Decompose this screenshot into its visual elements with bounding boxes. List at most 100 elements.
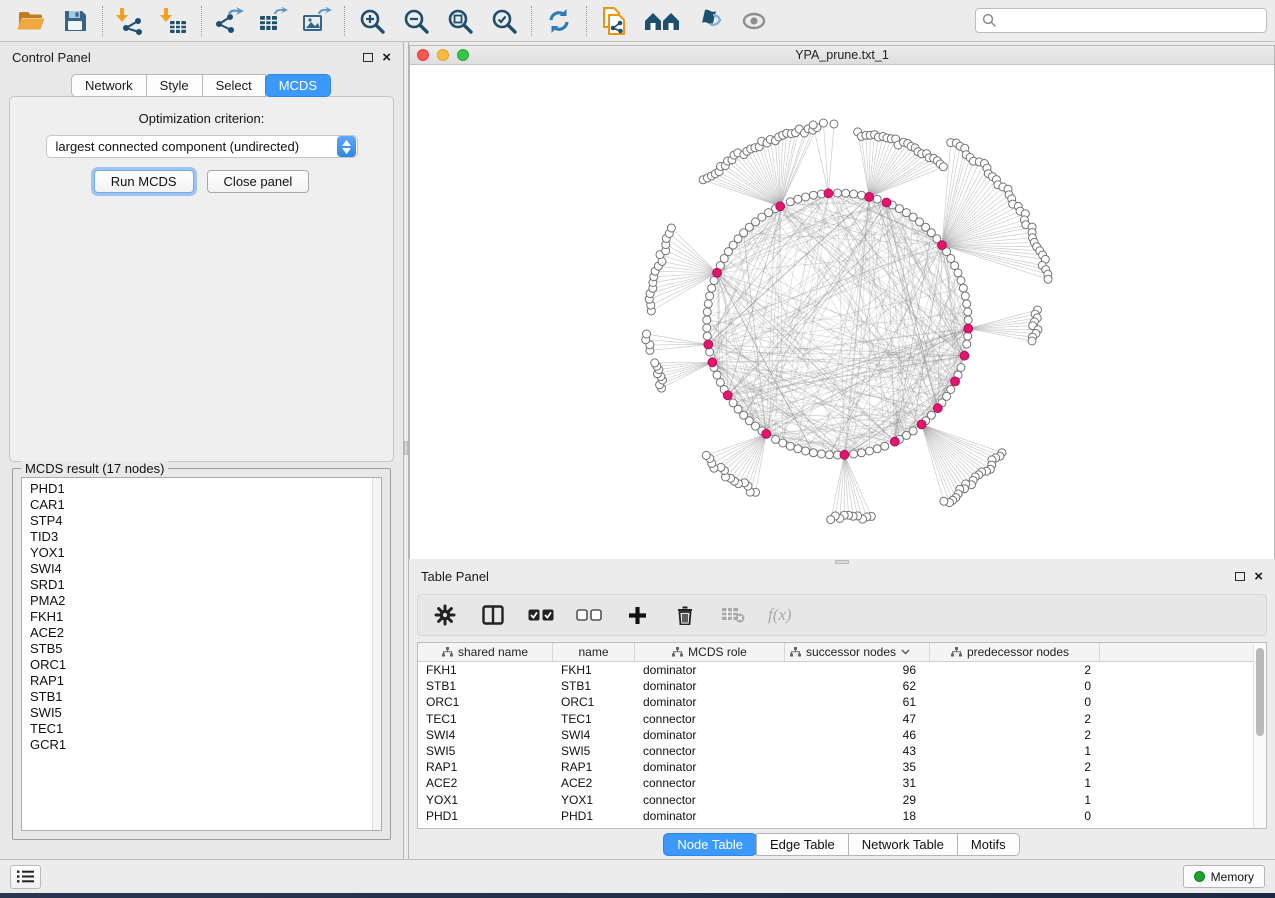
mcds-result-item[interactable]: STB1	[30, 689, 381, 705]
float-panel-icon[interactable]	[1235, 572, 1245, 581]
table-row[interactable]: ACE2ACE2connector311	[418, 775, 1253, 791]
zoom-selected-button[interactable]	[488, 5, 520, 37]
memory-button[interactable]: Memory	[1183, 865, 1265, 888]
graph-node[interactable]	[827, 516, 835, 524]
function-builder-button[interactable]: f(x)	[768, 602, 792, 628]
select-all-columns-button[interactable]	[528, 602, 554, 628]
table-row[interactable]: STB1STB1dominator620	[418, 678, 1253, 694]
graph-node[interactable]	[873, 195, 881, 203]
graph-hub-node[interactable]	[708, 358, 717, 367]
graph-node[interactable]	[819, 119, 827, 127]
graph-node[interactable]	[951, 262, 959, 270]
refresh-button[interactable]	[543, 5, 575, 37]
table-row[interactable]: RAP1RAP1dominator352	[418, 759, 1253, 775]
graph-node[interactable]	[706, 292, 714, 300]
open-file-button[interactable]	[15, 5, 47, 37]
column-header-predecessor-nodes[interactable]: predecessor nodes	[930, 643, 1100, 661]
unselect-all-columns-button[interactable]	[576, 602, 602, 628]
graph-node[interactable]	[786, 198, 794, 206]
graph-hub-node[interactable]	[933, 404, 942, 413]
graph-node[interactable]	[850, 190, 858, 198]
graph-node[interactable]	[786, 442, 794, 450]
vertical-splitter[interactable]	[403, 42, 409, 859]
graph-node[interactable]	[873, 445, 881, 453]
mcds-result-item[interactable]: SWI5	[30, 705, 381, 721]
graph-node[interactable]	[703, 308, 711, 316]
graph-node[interactable]	[809, 449, 817, 457]
search-box[interactable]	[975, 8, 1267, 33]
graph-node[interactable]	[865, 447, 873, 455]
graph-node[interactable]	[964, 308, 972, 316]
clone-network-button[interactable]	[598, 5, 630, 37]
add-column-button[interactable]	[624, 602, 650, 628]
mcds-result-item[interactable]: PHD1	[30, 481, 381, 497]
tab-network[interactable]: Network	[71, 74, 147, 97]
graph-node[interactable]	[957, 364, 965, 372]
delete-column-button[interactable]	[672, 602, 698, 628]
network-window-titlebar[interactable]: YPA_prune.txt_1	[410, 46, 1274, 65]
export-table-button[interactable]	[257, 5, 289, 37]
scrollbar-thumb[interactable]	[1256, 648, 1264, 736]
tab-edge-table[interactable]: Edge Table	[756, 833, 849, 856]
graph-node[interactable]	[651, 359, 659, 367]
column-header-name[interactable]: name	[553, 643, 635, 661]
graph-node[interactable]	[667, 224, 675, 232]
table-scrollbar[interactable]	[1253, 643, 1266, 828]
save-session-button[interactable]	[59, 5, 91, 37]
zoom-in-button[interactable]	[356, 5, 388, 37]
graph-node[interactable]	[939, 163, 947, 171]
graph-node[interactable]	[1044, 275, 1052, 283]
mcds-result-item[interactable]: ORC1	[30, 657, 381, 673]
table-row[interactable]: FKH1FKH1dominator962	[418, 662, 1253, 678]
criterion-select[interactable]: largest connected component (undirected)	[46, 135, 358, 158]
graph-node[interactable]	[963, 340, 971, 348]
graph-hub-node[interactable]	[951, 377, 960, 386]
tab-node-table[interactable]: Node Table	[663, 833, 757, 856]
graph-hub-node[interactable]	[917, 420, 926, 429]
import-network-button[interactable]	[114, 5, 146, 37]
graph-hub-node[interactable]	[960, 351, 969, 360]
close-panel-icon[interactable]: ×	[1254, 569, 1263, 584]
table-settings-button[interactable]	[432, 602, 458, 628]
graph-node[interactable]	[802, 193, 810, 201]
graph-node[interactable]	[881, 442, 889, 450]
graph-node[interactable]	[830, 120, 838, 128]
graph-node[interactable]	[963, 300, 971, 308]
hide-selected-button[interactable]	[694, 5, 726, 37]
float-panel-icon[interactable]	[363, 53, 373, 62]
mcds-result-item[interactable]: SRD1	[30, 577, 381, 593]
graph-hub-node[interactable]	[865, 193, 874, 202]
mcds-result-item[interactable]: TID3	[30, 529, 381, 545]
zoom-out-button[interactable]	[400, 5, 432, 37]
mcds-result-item[interactable]: GCR1	[30, 737, 381, 753]
zoom-fit-button[interactable]	[444, 5, 476, 37]
network-canvas[interactable]	[410, 65, 1274, 559]
mcds-result-item[interactable]: RAP1	[30, 673, 381, 689]
graph-node[interactable]	[850, 450, 858, 458]
table-row[interactable]: ORC1ORC1dominator610	[418, 694, 1253, 710]
mcds-result-item[interactable]: SWI4	[30, 561, 381, 577]
graph-node[interactable]	[858, 449, 866, 457]
export-network-button[interactable]	[213, 5, 245, 37]
graph-node[interactable]	[834, 189, 842, 197]
tab-mcds[interactable]: MCDS	[265, 74, 331, 97]
import-table-button[interactable]	[158, 5, 190, 37]
graph-hub-node[interactable]	[882, 198, 891, 207]
graph-node[interactable]	[858, 191, 866, 199]
graph-node[interactable]	[716, 378, 724, 386]
graph-hub-node[interactable]	[840, 450, 849, 459]
close-panel-icon[interactable]: ×	[382, 50, 391, 65]
graph-node[interactable]	[703, 316, 711, 324]
graph-node[interactable]	[954, 269, 962, 277]
table-row[interactable]: SWI4SWI4dominator462	[418, 727, 1253, 743]
splitter-handle[interactable]	[404, 441, 408, 455]
graph-node[interactable]	[702, 451, 710, 459]
graph-node[interactable]	[961, 292, 969, 300]
tab-network-table[interactable]: Network Table	[848, 833, 958, 856]
graph-node[interactable]	[708, 284, 716, 292]
graph-node[interactable]	[825, 451, 833, 459]
mcds-result-item[interactable]: TEC1	[30, 721, 381, 737]
mcds-result-item[interactable]: PMA2	[30, 593, 381, 609]
show-panel-list-button[interactable]	[10, 865, 41, 889]
tab-style[interactable]: Style	[146, 74, 203, 97]
